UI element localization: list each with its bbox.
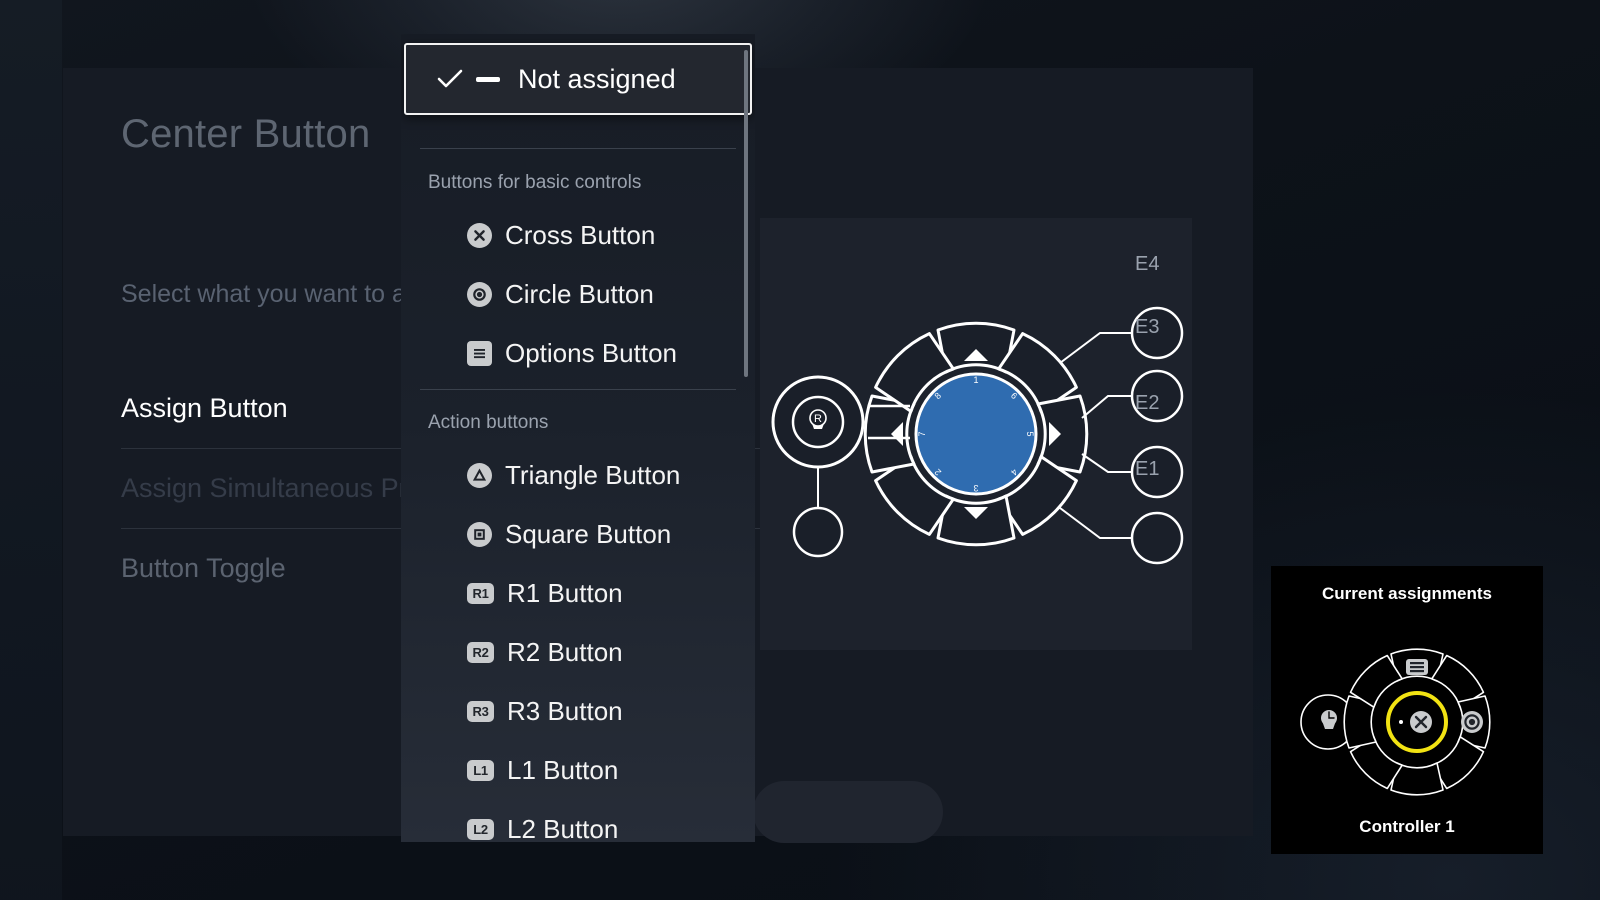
r3-badge-icon: R3 bbox=[467, 701, 494, 722]
circle-button-icon bbox=[467, 282, 492, 307]
dropdown-group-basic-controls: Cross Button Circle Button Options Butto… bbox=[401, 206, 755, 383]
assignment-button-ring bbox=[1343, 648, 1491, 796]
expansion-label-e2: E2 bbox=[1135, 392, 1159, 414]
dropdown-option-r3-button[interactable]: R3 R3 Button bbox=[401, 682, 755, 741]
dropdown-divider bbox=[420, 389, 736, 390]
menu-item-label: Assign Button bbox=[121, 392, 288, 423]
stick-label: R bbox=[814, 413, 822, 425]
page-title: Center Button bbox=[121, 112, 371, 156]
dropdown-option-label: R2 Button bbox=[507, 637, 623, 667]
options-button-icon bbox=[467, 341, 492, 366]
dash-icon bbox=[476, 76, 500, 82]
dropdown-option-r1-button[interactable]: R1 R1 Button bbox=[401, 564, 755, 623]
controller-diagram-svg: 1 6 5 4 3 2 7 8 R bbox=[771, 306, 1184, 565]
dropdown-option-label: R3 Button bbox=[507, 696, 623, 726]
dropdown-option-r2-button[interactable]: R2 R2 Button bbox=[401, 623, 755, 682]
indicator-dot bbox=[1399, 720, 1403, 724]
dropdown-option-label: Options Button bbox=[505, 338, 677, 368]
dropdown-option-l2-button[interactable]: L2 L2 Button bbox=[401, 800, 755, 842]
segment-number: 7 bbox=[917, 431, 927, 436]
screen-root: Center Button Select what you want to a … bbox=[0, 0, 1600, 900]
dropdown-group-label-basic: Buttons for basic controls bbox=[428, 172, 642, 193]
dropdown-option-triangle-button[interactable]: Triangle Button bbox=[401, 446, 755, 505]
dropdown-group-label-action: Action buttons bbox=[428, 412, 549, 433]
controller-button-ring: 1 6 5 4 3 2 7 8 bbox=[863, 321, 1089, 547]
dropdown-option-label: L1 Button bbox=[507, 755, 619, 785]
dropdown-scrollbar-thumb[interactable] bbox=[744, 50, 748, 377]
expansion-port-labels: E4 E3 E2 E1 bbox=[1135, 253, 1159, 480]
current-assignments-card: Current assignments Controller 1 bbox=[1271, 566, 1543, 854]
menu-item-label: Assign Simultaneous Pre bbox=[121, 472, 423, 503]
dropdown-option-not-assigned[interactable]: Not assigned bbox=[404, 43, 752, 115]
dropdown-option-label: L2 Button bbox=[507, 814, 619, 842]
r2-badge-icon: R2 bbox=[467, 642, 494, 663]
expansion-label-e1: E1 bbox=[1135, 458, 1159, 480]
l2-badge-icon: L2 bbox=[467, 819, 494, 840]
segment-number: 5 bbox=[1025, 431, 1035, 436]
dropdown-option-label: Triangle Button bbox=[505, 460, 681, 490]
dropdown-option-options-button[interactable]: Options Button bbox=[401, 324, 755, 383]
segment-number: 3 bbox=[973, 483, 978, 493]
stick-port-node[interactable] bbox=[792, 506, 844, 558]
triangle-button-icon bbox=[467, 463, 492, 488]
assign-button-dropdown[interactable]: Not assigned Buttons for basic controls … bbox=[401, 34, 755, 842]
expansion-label-e4: E4 bbox=[1135, 253, 1159, 275]
current-assignments-title: Current assignments bbox=[1321, 584, 1493, 603]
check-icon bbox=[424, 69, 476, 89]
dropdown-option-l1-button[interactable]: L1 L1 Button bbox=[401, 741, 755, 800]
square-button-icon bbox=[467, 522, 492, 547]
segment-number: 1 bbox=[973, 375, 978, 385]
dropdown-option-cross-button[interactable]: Cross Button bbox=[401, 206, 755, 265]
r1-badge-icon: R1 bbox=[467, 583, 494, 604]
dropdown-option-label: R1 Button bbox=[507, 578, 623, 608]
dropdown-divider bbox=[420, 148, 736, 149]
dropdown-option-label: Circle Button bbox=[505, 279, 654, 309]
dropdown-group-action-buttons: Triangle Button Square Button R1 R1 Butt… bbox=[401, 446, 755, 842]
current-assignments-diagram bbox=[1300, 648, 1491, 796]
menu-item-label: Button Toggle bbox=[121, 552, 286, 583]
dropdown-option-label: Cross Button bbox=[505, 220, 656, 250]
cross-button-icon bbox=[1410, 711, 1432, 733]
cross-button-icon bbox=[467, 223, 492, 248]
confirm-pill-button[interactable] bbox=[753, 781, 943, 843]
dropdown-selected-label: Not assigned bbox=[518, 63, 676, 94]
page-subtitle: Select what you want to a bbox=[121, 280, 406, 308]
l1-badge-icon: L1 bbox=[467, 760, 494, 781]
controller-label: Controller 1 bbox=[1359, 817, 1455, 836]
controller-diagram-panel: 1 6 5 4 3 2 7 8 R bbox=[760, 218, 1192, 650]
dropdown-option-square-button[interactable]: Square Button bbox=[401, 505, 755, 564]
circle-button-icon bbox=[1461, 711, 1483, 733]
dropdown-option-label: Square Button bbox=[505, 519, 672, 549]
dropdown-option-circle-button[interactable]: Circle Button bbox=[401, 265, 755, 324]
expansion-label-e3: E3 bbox=[1135, 316, 1159, 338]
options-button-icon bbox=[1406, 659, 1428, 675]
